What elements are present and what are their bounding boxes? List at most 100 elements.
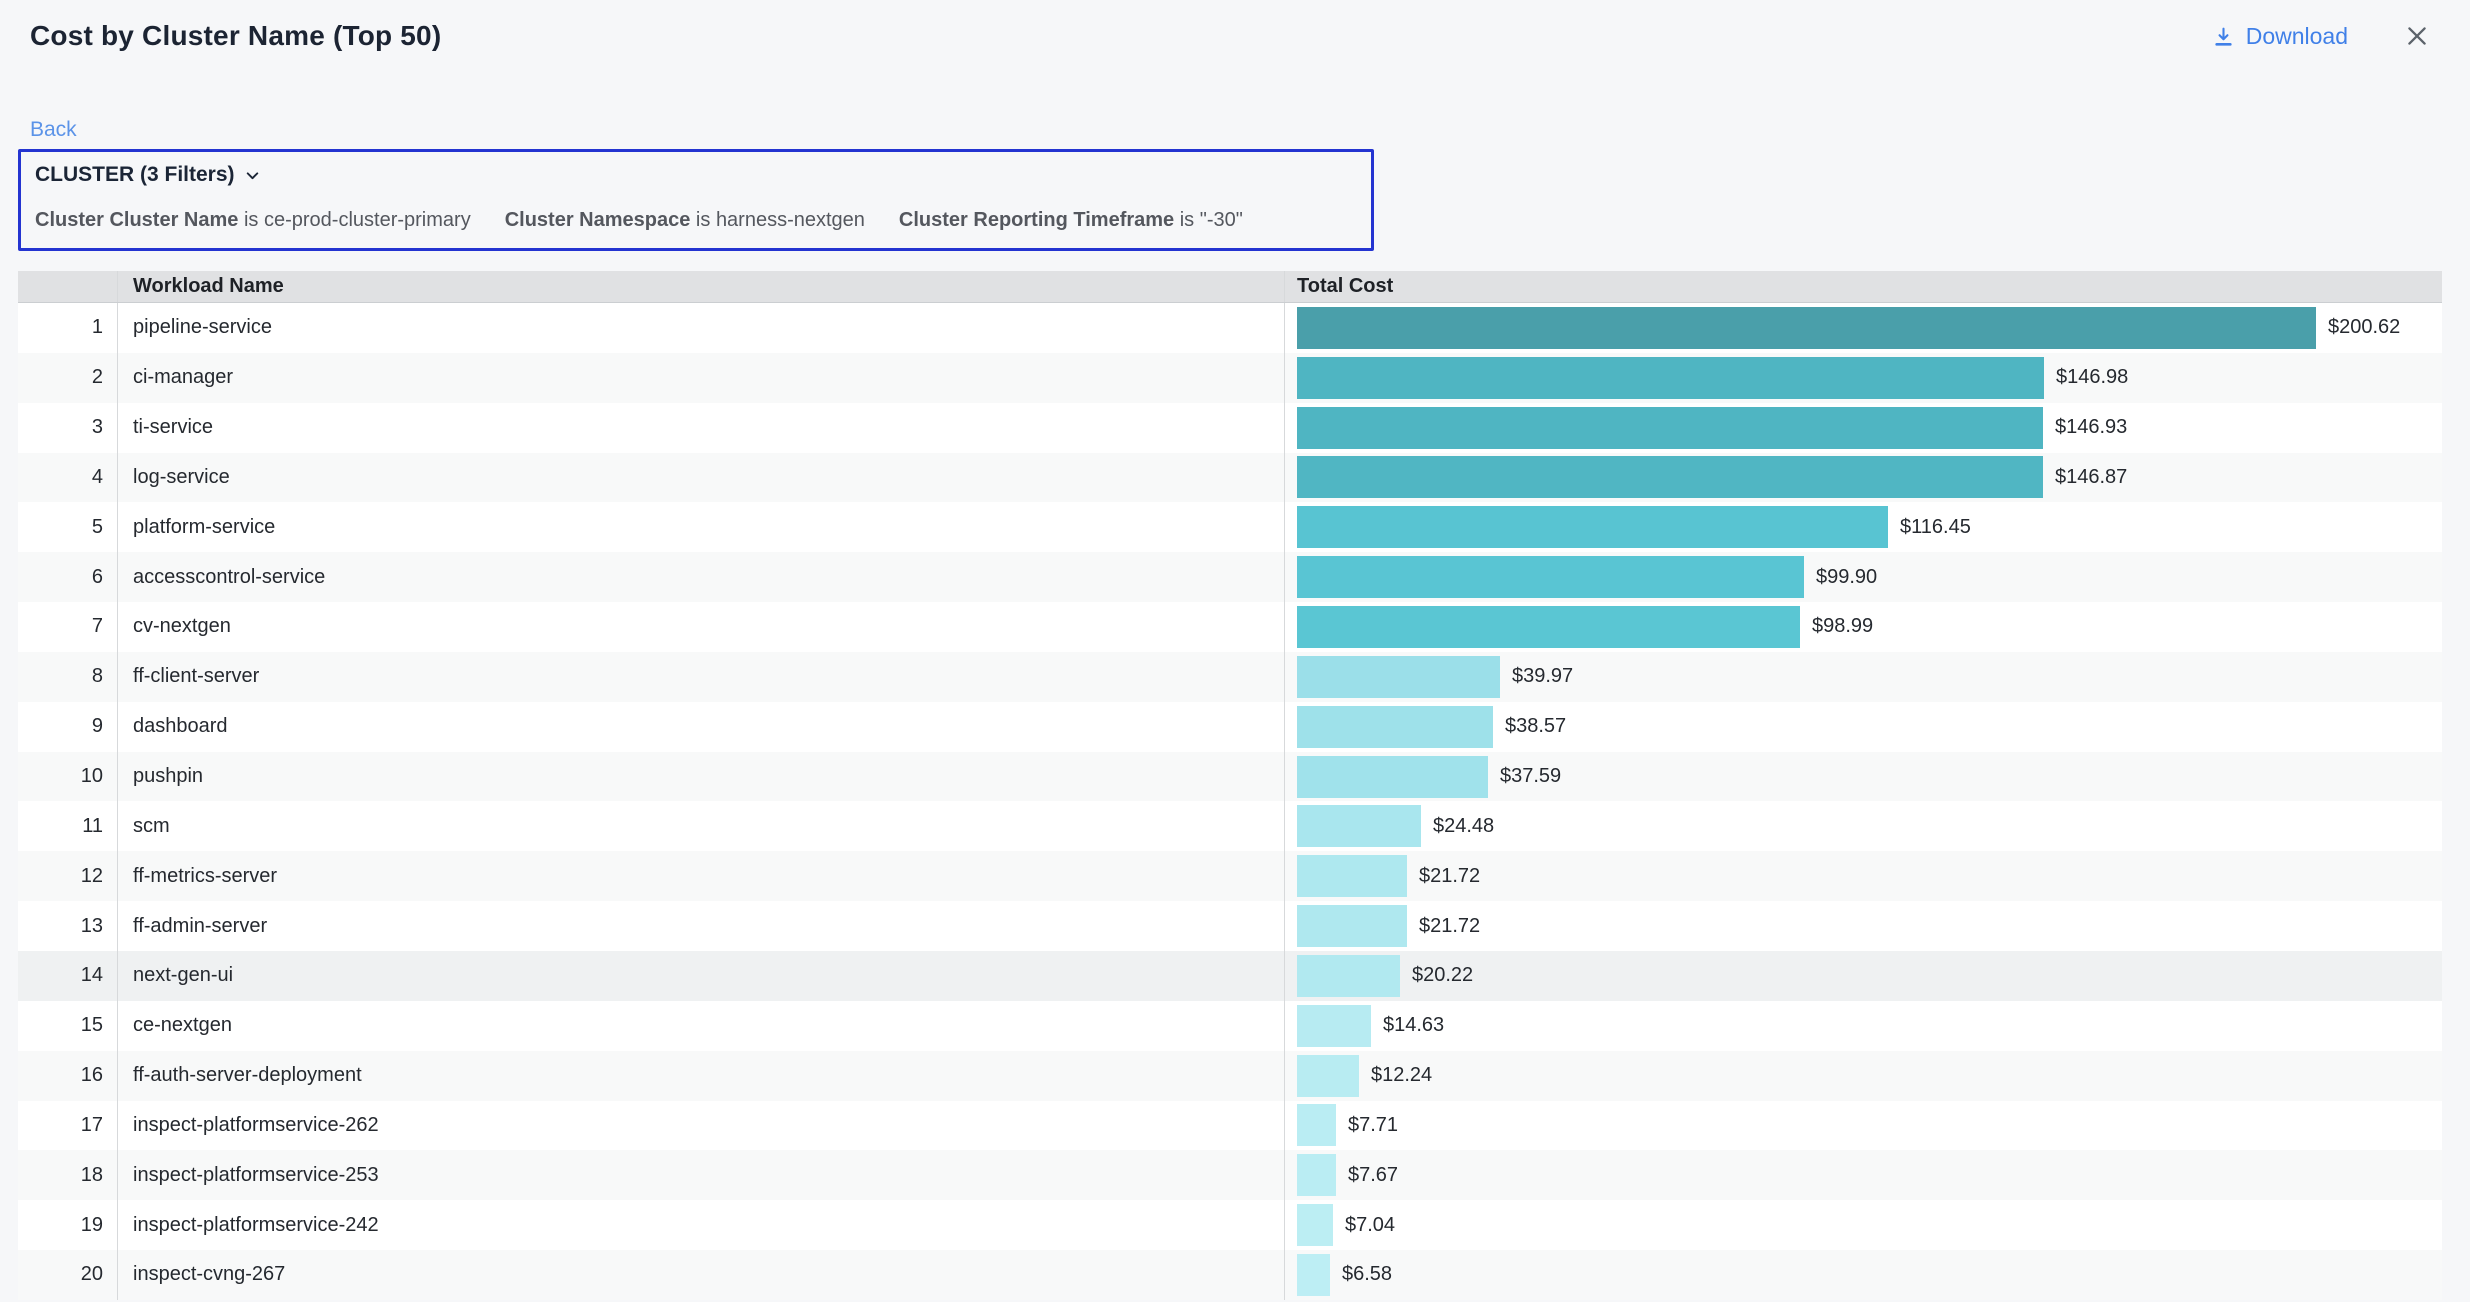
table-row[interactable]: 12 ff-metrics-server $21.72 xyxy=(18,851,2442,901)
table-header-row: Workload Name Total Cost xyxy=(18,271,2442,303)
cost-bar xyxy=(1297,456,2043,498)
cost-bar xyxy=(1297,756,1488,798)
row-workload-name: ff-auth-server-deployment xyxy=(118,1051,1285,1101)
table-row[interactable]: 5 platform-service $116.45 xyxy=(18,502,2442,552)
filter-criterion: Cluster Reporting Timeframe is "-30" xyxy=(899,209,1243,232)
cost-value-label: $21.72 xyxy=(1419,865,1480,888)
row-rank: 13 xyxy=(18,901,118,951)
filter-criterion: Cluster Namespace is harness-nextgen xyxy=(505,209,865,232)
table-row[interactable]: 3 ti-service $146.93 xyxy=(18,403,2442,453)
row-workload-name: log-service xyxy=(118,453,1285,503)
column-header-total-cost: Total Cost xyxy=(1285,271,2442,302)
table-row[interactable]: 4 log-service $146.87 xyxy=(18,453,2442,503)
chevron-down-icon xyxy=(244,167,261,184)
cost-value-label: $37.59 xyxy=(1500,765,1561,788)
download-button[interactable]: Download xyxy=(2211,23,2348,50)
column-header-workload-name: Workload Name xyxy=(118,271,1285,302)
filter-summary-dropdown[interactable]: CLUSTER (3 Filters) xyxy=(35,163,261,187)
cost-bar xyxy=(1297,955,1400,997)
row-rank: 11 xyxy=(18,801,118,851)
cost-value-label: $98.99 xyxy=(1812,615,1873,638)
row-workload-name: ci-manager xyxy=(118,353,1285,403)
cost-value-label: $7.67 xyxy=(1348,1164,1398,1187)
table-row[interactable]: 8 ff-client-server $39.97 xyxy=(18,652,2442,702)
row-workload-name: pushpin xyxy=(118,752,1285,802)
cost-bar xyxy=(1297,357,2044,399)
filter-panel: CLUSTER (3 Filters) Cluster Cluster Name… xyxy=(18,149,1374,251)
cost-value-label: $39.97 xyxy=(1512,665,1573,688)
row-total-cost-cell: $116.45 xyxy=(1285,502,2442,552)
row-rank: 8 xyxy=(18,652,118,702)
row-total-cost-cell: $21.72 xyxy=(1285,901,2442,951)
row-rank: 15 xyxy=(18,1001,118,1051)
cost-value-label: $116.45 xyxy=(1900,516,1971,539)
row-total-cost-cell: $20.22 xyxy=(1285,951,2442,1001)
cost-table: Workload Name Total Cost 1 pipeline-serv… xyxy=(18,271,2442,1300)
row-workload-name: inspect-platformservice-242 xyxy=(118,1200,1285,1250)
row-workload-name: dashboard xyxy=(118,702,1285,752)
cost-bar xyxy=(1297,1055,1359,1097)
table-row[interactable]: 2 ci-manager $146.98 xyxy=(18,353,2442,403)
back-link[interactable]: Back xyxy=(30,118,77,142)
column-header-rank xyxy=(18,271,118,302)
cost-value-label: $7.04 xyxy=(1345,1214,1395,1237)
row-rank: 3 xyxy=(18,403,118,453)
table-row[interactable]: 20 inspect-cvng-267 $6.58 xyxy=(18,1250,2442,1300)
row-rank: 10 xyxy=(18,752,118,802)
cost-bar xyxy=(1297,1254,1330,1296)
cost-bar xyxy=(1297,407,2043,449)
row-rank: 19 xyxy=(18,1200,118,1250)
row-workload-name: ti-service xyxy=(118,403,1285,453)
cost-value-label: $14.63 xyxy=(1383,1014,1444,1037)
cost-value-label: $146.87 xyxy=(2055,466,2127,489)
header-actions: Download xyxy=(2211,23,2430,50)
table-row[interactable]: 6 accesscontrol-service $99.90 xyxy=(18,552,2442,602)
row-rank: 7 xyxy=(18,602,118,652)
table-row[interactable]: 13 ff-admin-server $21.72 xyxy=(18,901,2442,951)
row-rank: 9 xyxy=(18,702,118,752)
table-row[interactable]: 9 dashboard $38.57 xyxy=(18,702,2442,752)
row-total-cost-cell: $14.63 xyxy=(1285,1001,2442,1051)
row-workload-name: ff-admin-server xyxy=(118,901,1285,951)
table-row[interactable]: 1 pipeline-service $200.62 xyxy=(18,303,2442,353)
table-row[interactable]: 19 inspect-platformservice-242 $7.04 xyxy=(18,1200,2442,1250)
cost-bar xyxy=(1297,307,2316,349)
modal-header: Cost by Cluster Name (Top 50) Download xyxy=(0,0,2470,52)
row-total-cost-cell: $98.99 xyxy=(1285,602,2442,652)
table-row[interactable]: 14 next-gen-ui $20.22 xyxy=(18,951,2442,1001)
filter-criterion: Cluster Cluster Name is ce-prod-cluster-… xyxy=(35,209,471,232)
filter-summary-label: CLUSTER (3 Filters) xyxy=(35,163,235,187)
row-rank: 4 xyxy=(18,453,118,503)
row-rank: 5 xyxy=(18,502,118,552)
cost-bar xyxy=(1297,606,1800,648)
cost-value-label: $146.93 xyxy=(2055,416,2127,439)
download-icon xyxy=(2211,24,2236,49)
table-row[interactable]: 15 ce-nextgen $14.63 xyxy=(18,1001,2442,1051)
row-workload-name: ff-metrics-server xyxy=(118,851,1285,901)
row-workload-name: inspect-cvng-267 xyxy=(118,1250,1285,1300)
row-total-cost-cell: $6.58 xyxy=(1285,1250,2442,1300)
table-row[interactable]: 11 scm $24.48 xyxy=(18,801,2442,851)
table-row[interactable]: 7 cv-nextgen $98.99 xyxy=(18,602,2442,652)
table-row[interactable]: 10 pushpin $37.59 xyxy=(18,752,2442,802)
row-total-cost-cell: $146.87 xyxy=(1285,453,2442,503)
row-rank: 12 xyxy=(18,851,118,901)
cost-value-label: $99.90 xyxy=(1816,566,1877,589)
row-total-cost-cell: $39.97 xyxy=(1285,652,2442,702)
row-total-cost-cell: $38.57 xyxy=(1285,702,2442,752)
cost-bar xyxy=(1297,1005,1371,1047)
close-icon[interactable] xyxy=(2404,23,2430,49)
table-row[interactable]: 18 inspect-platformservice-253 $7.67 xyxy=(18,1150,2442,1200)
row-total-cost-cell: $146.98 xyxy=(1285,353,2442,403)
table-row[interactable]: 16 ff-auth-server-deployment $12.24 xyxy=(18,1051,2442,1101)
row-total-cost-cell: $200.62 xyxy=(1285,303,2442,353)
cost-value-label: $6.58 xyxy=(1342,1263,1392,1286)
cost-bar xyxy=(1297,556,1804,598)
row-total-cost-cell: $146.93 xyxy=(1285,403,2442,453)
row-total-cost-cell: $7.67 xyxy=(1285,1150,2442,1200)
row-total-cost-cell: $99.90 xyxy=(1285,552,2442,602)
cost-value-label: $21.72 xyxy=(1419,915,1480,938)
row-workload-name: platform-service xyxy=(118,502,1285,552)
cost-value-label: $38.57 xyxy=(1505,715,1566,738)
table-row[interactable]: 17 inspect-platformservice-262 $7.71 xyxy=(18,1101,2442,1151)
